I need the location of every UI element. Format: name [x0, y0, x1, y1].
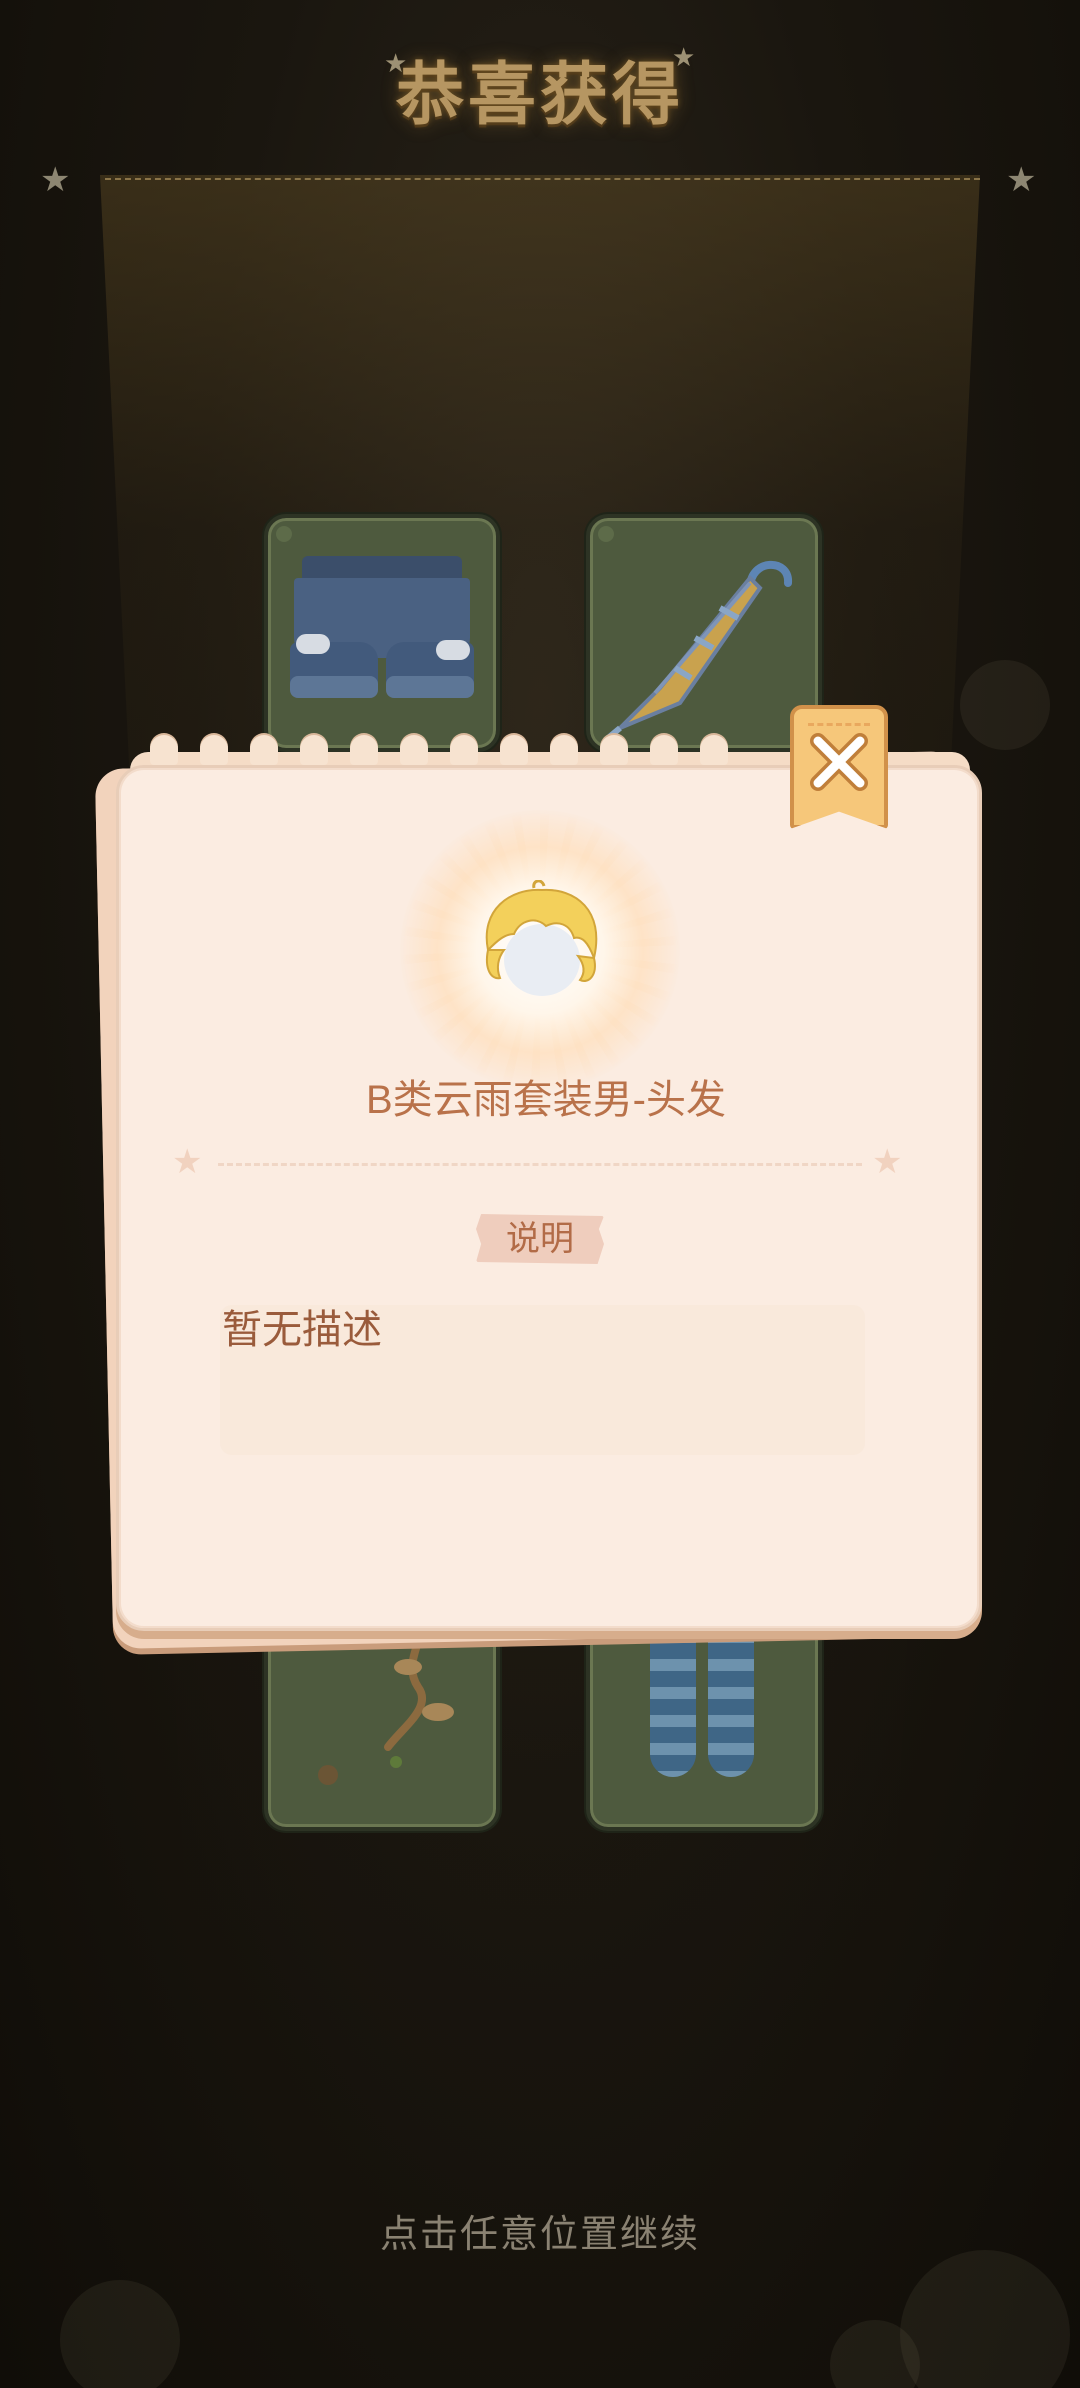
bokeh-light	[900, 2250, 1070, 2388]
umbrella-icon	[606, 560, 792, 738]
dialog-divider	[218, 1163, 862, 1166]
denim-shorts-icon	[290, 556, 474, 704]
item-description: 暂无描述	[222, 1308, 382, 1352]
blonde-hair-icon	[485, 880, 598, 996]
close-button-stitching	[808, 723, 870, 726]
reward-tile-shorts[interactable]	[264, 514, 500, 752]
reward-tile-umbrella[interactable]	[586, 514, 822, 752]
description-section-label: 说明	[476, 1214, 604, 1264]
item-name: B类云雨套装男-头发	[366, 1078, 726, 1122]
bokeh-light	[960, 660, 1050, 750]
bokeh-light	[60, 2280, 180, 2388]
close-button[interactable]	[790, 705, 888, 829]
page-title: 恭喜获得	[395, 57, 684, 133]
star-icon: ★	[872, 1143, 903, 1181]
header-divider	[105, 178, 980, 180]
star-icon: ★	[172, 1143, 203, 1181]
star-icon: ★	[1006, 161, 1037, 199]
tap-to-continue-hint[interactable]: 点击任意位置继续	[0, 2205, 1080, 2265]
star-icon: ★	[384, 48, 408, 78]
star-icon: ★	[40, 161, 71, 199]
header: 恭喜获得	[0, 40, 1080, 150]
reward-screen[interactable]: 恭喜获得 ★ ★ ★ ★ B类云雨套装男-头发 ★ ★ 说明 暂无描述 点击任意…	[0, 0, 1080, 2388]
tile-corner-dot	[276, 526, 292, 542]
star-icon: ★	[672, 42, 696, 72]
close-icon	[810, 733, 868, 791]
